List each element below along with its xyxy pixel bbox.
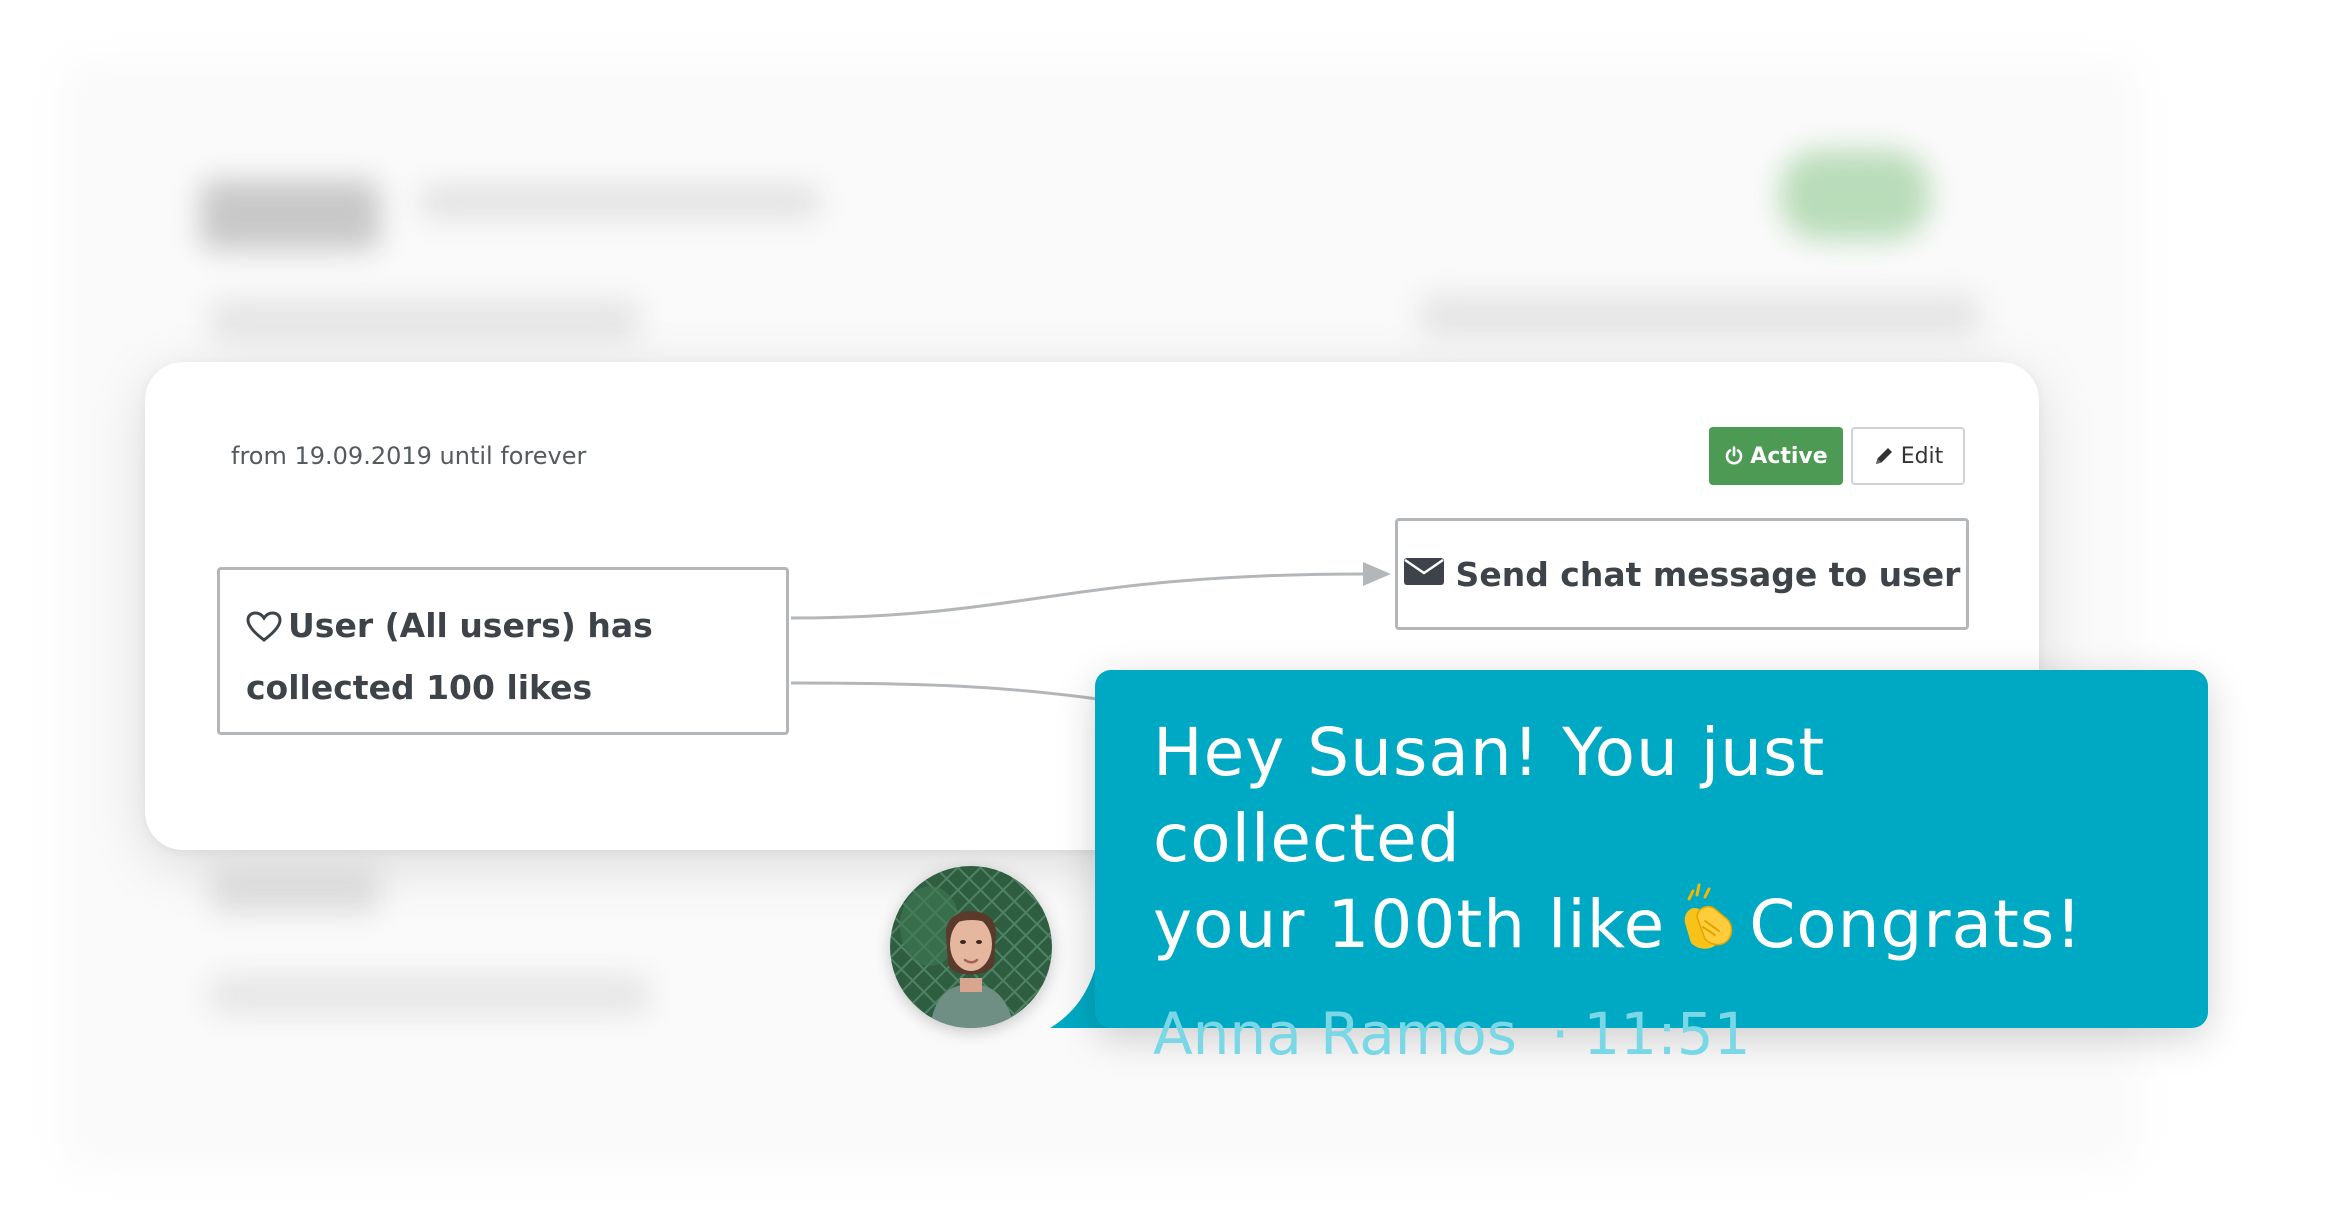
message-meta: Anna Ramos · 11:51 xyxy=(1153,1000,2150,1068)
background-blur-shape xyxy=(420,185,820,219)
background-blur-shape xyxy=(210,870,380,914)
action-label: Send chat message to user xyxy=(1455,554,1961,594)
background-blur-shape xyxy=(200,180,380,250)
clapping-hands-icon xyxy=(1675,883,1739,974)
heart-icon xyxy=(246,604,282,660)
message-time: 11:51 xyxy=(1583,1000,1751,1068)
sender-name: Anna Ramos xyxy=(1153,1000,1517,1068)
connector-arrowhead xyxy=(1363,562,1391,586)
chat-message-bubble: Hey Susan! You just collected your 100th… xyxy=(1095,670,2208,1068)
message-line1: Hey Susan! You just collected xyxy=(1153,714,1826,877)
action-node[interactable]: Send chat message to user xyxy=(1395,518,1969,630)
message-text: Hey Susan! You just collected your 100th… xyxy=(1153,710,2150,974)
background-blur-shape xyxy=(1420,295,1980,335)
meta-separator: · xyxy=(1550,1000,1570,1068)
message-line2-end: Congrats! xyxy=(1749,886,2083,963)
avatar[interactable] xyxy=(890,866,1052,1028)
message-line2-start: your 100th like xyxy=(1153,886,1666,963)
connector-line xyxy=(790,572,1366,620)
trigger-node[interactable]: User (All users) has collected 100 likes xyxy=(217,567,789,735)
connector-line xyxy=(790,681,1106,702)
envelope-icon xyxy=(1403,555,1444,594)
trigger-label-line2: collected 100 likes xyxy=(246,668,593,707)
background-blur-shape xyxy=(210,300,640,340)
background-blur-shape xyxy=(210,975,650,1015)
background-blur-button xyxy=(1780,150,1930,240)
trigger-label-line1: User (All users) has xyxy=(288,606,653,645)
